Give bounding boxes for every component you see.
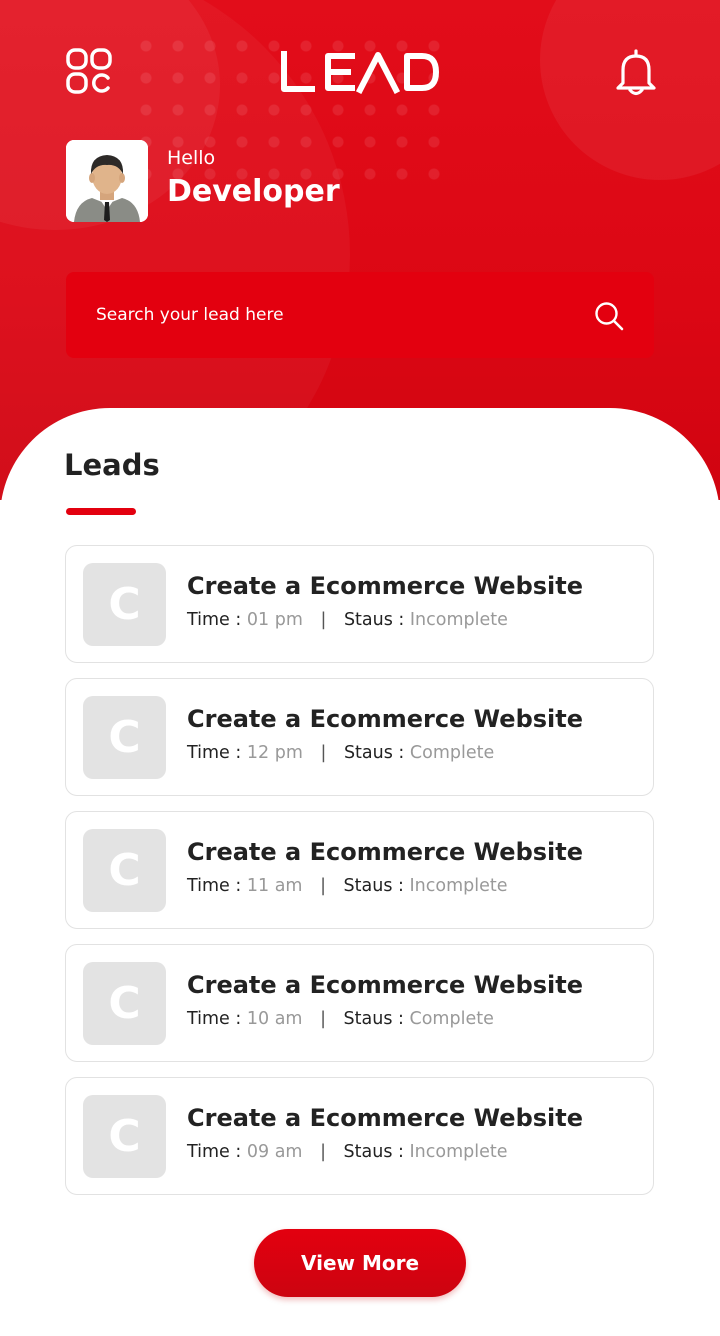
time-label: Time : — [187, 610, 242, 630]
meta-separator: | — [320, 1142, 326, 1162]
search-icon[interactable] — [594, 301, 624, 331]
meta-separator: | — [320, 743, 327, 763]
time-label: Time : — [187, 1009, 242, 1029]
lead-initial: C — [83, 962, 166, 1045]
lead-initial: C — [83, 563, 166, 646]
lead-time: 09 am — [246, 1142, 303, 1162]
lead-card[interactable]: C Create a Ecommerce Website Time : 09 a… — [65, 1077, 654, 1195]
lead-meta: Time : 12 pm | Staus : Complete — [187, 743, 494, 763]
lead-card[interactable]: C Create a Ecommerce Website Time : 01 p… — [65, 545, 654, 663]
meta-separator: | — [320, 876, 326, 896]
lead-initial: C — [83, 696, 166, 779]
lead-initial: C — [83, 829, 166, 912]
lead-list: C Create a Ecommerce Website Time : 01 p… — [65, 545, 654, 1210]
lead-title: Create a Ecommerce Website — [187, 572, 584, 600]
lead-title: Create a Ecommerce Website — [187, 971, 584, 999]
lead-meta: Time : 10 am | Staus : Complete — [187, 1009, 494, 1029]
status-label: Staus : — [343, 1142, 404, 1162]
lead-status: Incomplete — [409, 1142, 508, 1162]
lead-status: Incomplete — [409, 876, 508, 896]
status-label: Staus : — [343, 876, 404, 896]
time-label: Time : — [187, 743, 242, 763]
time-label: Time : — [187, 876, 242, 896]
section-title: Leads — [64, 448, 160, 482]
grid-menu-icon[interactable] — [66, 48, 112, 94]
lead-card[interactable]: C Create a Ecommerce Website Time : 11 a… — [65, 811, 654, 929]
search-bar — [66, 272, 654, 358]
lead-time: 12 pm — [246, 743, 303, 763]
lead-meta: Time : 01 pm | Staus : Incomplete — [187, 610, 508, 630]
app-logo — [270, 50, 450, 95]
status-label: Staus : — [343, 610, 405, 630]
time-label: Time : — [187, 1142, 242, 1162]
lead-meta: Time : 09 am | Staus : Incomplete — [187, 1142, 508, 1162]
lead-title: Create a Ecommerce Website — [187, 705, 584, 733]
lead-meta: Time : 11 am | Staus : Incomplete — [187, 876, 508, 896]
lead-time: 10 am — [246, 1009, 303, 1029]
lead-title: Create a Ecommerce Website — [187, 1104, 584, 1132]
status-label: Staus : — [343, 1009, 404, 1029]
user-name: Developer — [167, 174, 340, 209]
greeting-text: Hello — [167, 147, 216, 169]
leads-panel: Leads C Create a Ecommerce Website Time … — [0, 408, 720, 1336]
lead-time: 11 am — [246, 876, 303, 896]
lead-initial: C — [83, 1095, 166, 1178]
title-underline — [66, 508, 136, 515]
lead-status: Incomplete — [409, 610, 508, 630]
lead-status: Complete — [409, 743, 495, 763]
status-label: Staus : — [343, 743, 405, 763]
lead-time: 01 pm — [246, 610, 303, 630]
avatar[interactable] — [66, 140, 148, 222]
lead-card[interactable]: C Create a Ecommerce Website Time : 10 a… — [65, 944, 654, 1062]
meta-separator: | — [320, 610, 327, 630]
lead-card[interactable]: C Create a Ecommerce Website Time : 12 p… — [65, 678, 654, 796]
search-input[interactable] — [96, 300, 566, 330]
lead-title: Create a Ecommerce Website — [187, 838, 584, 866]
view-more-button[interactable]: View More — [254, 1229, 466, 1297]
meta-separator: | — [320, 1009, 326, 1029]
lead-status: Complete — [409, 1009, 494, 1029]
bell-icon[interactable] — [614, 48, 658, 96]
